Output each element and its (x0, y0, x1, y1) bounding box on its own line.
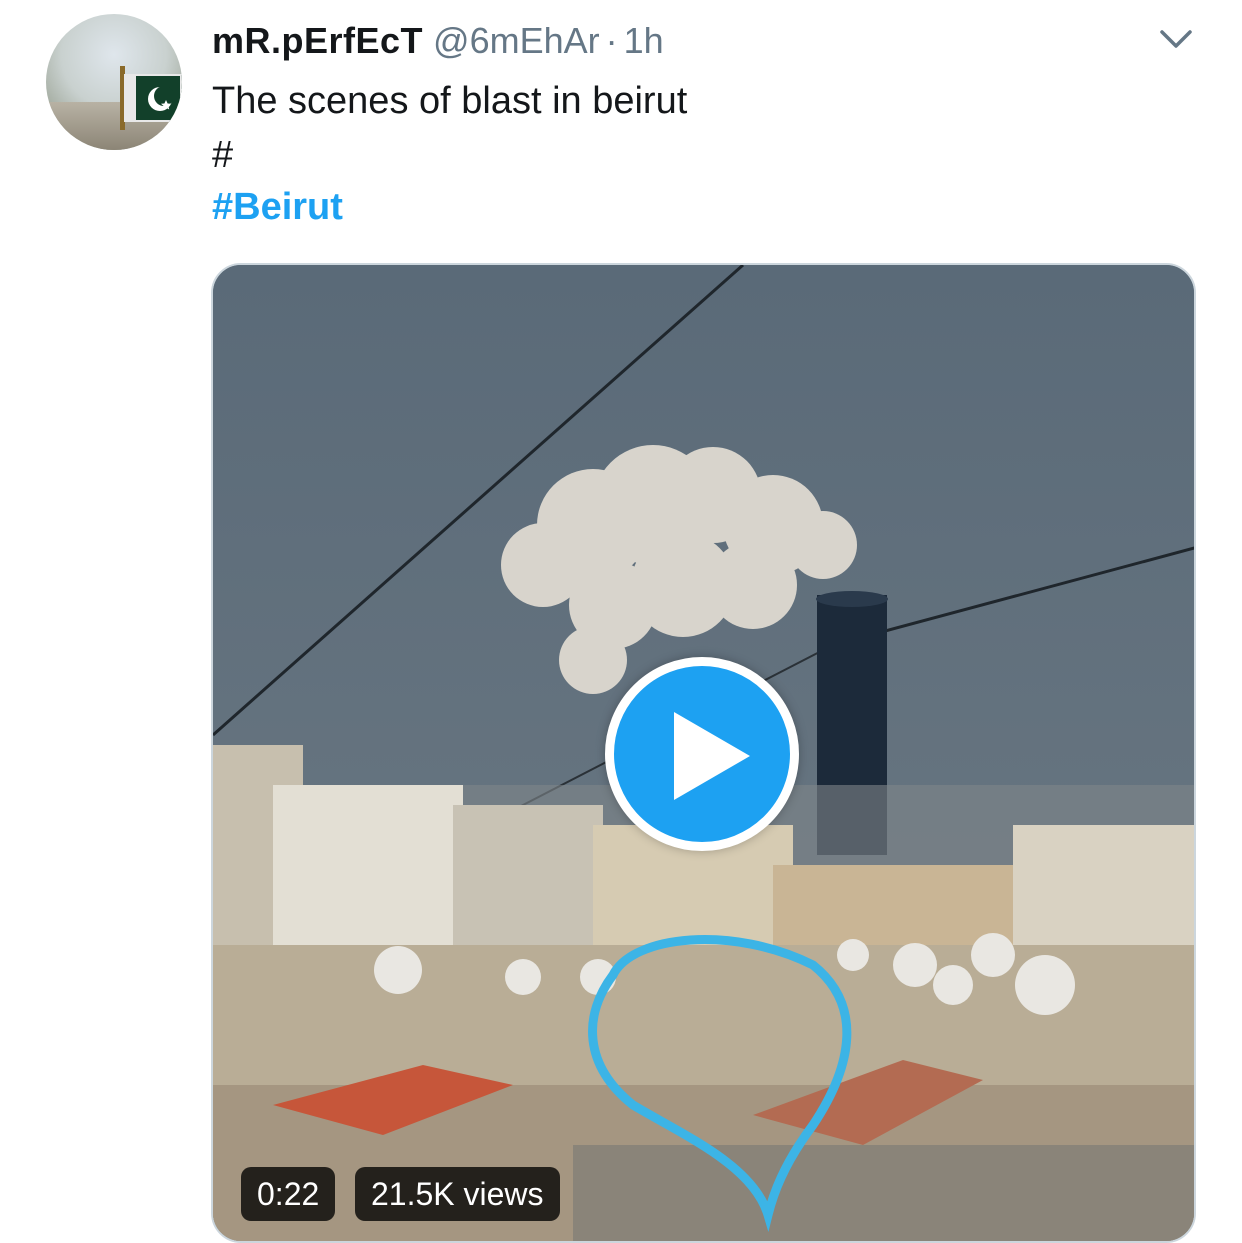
handle[interactable]: @6mEhAr (433, 20, 600, 61)
tweet-text-line: The scenes of blast in beirut (212, 80, 688, 122)
chevron-down-icon[interactable] (1158, 26, 1194, 52)
play-icon (674, 712, 750, 800)
avatar-flag (124, 74, 182, 122)
avatar[interactable] (46, 14, 182, 150)
tweet-header: mR.pErfEcT @6mEhAr · 1h (212, 20, 664, 64)
video-views-badge: 21.5K views (355, 1167, 560, 1221)
video-player[interactable]: 0:22 21.5K views (211, 263, 1196, 1243)
separator-dot: · (605, 20, 618, 61)
crescent-star-icon (148, 86, 174, 111)
timestamp[interactable]: 1h (624, 20, 664, 61)
tweet[interactable]: mR.pErfEcT @6mEhAr · 1h The scenes of blast… (0, 0, 1242, 1243)
hashtag-link[interactable]: #Beirut (212, 186, 343, 229)
play-button[interactable] (605, 657, 799, 851)
display-name[interactable]: mR.pErfEcT (212, 20, 423, 61)
video-duration-badge: 0:22 (241, 1167, 336, 1221)
tweet-text-hash: # (212, 134, 234, 176)
